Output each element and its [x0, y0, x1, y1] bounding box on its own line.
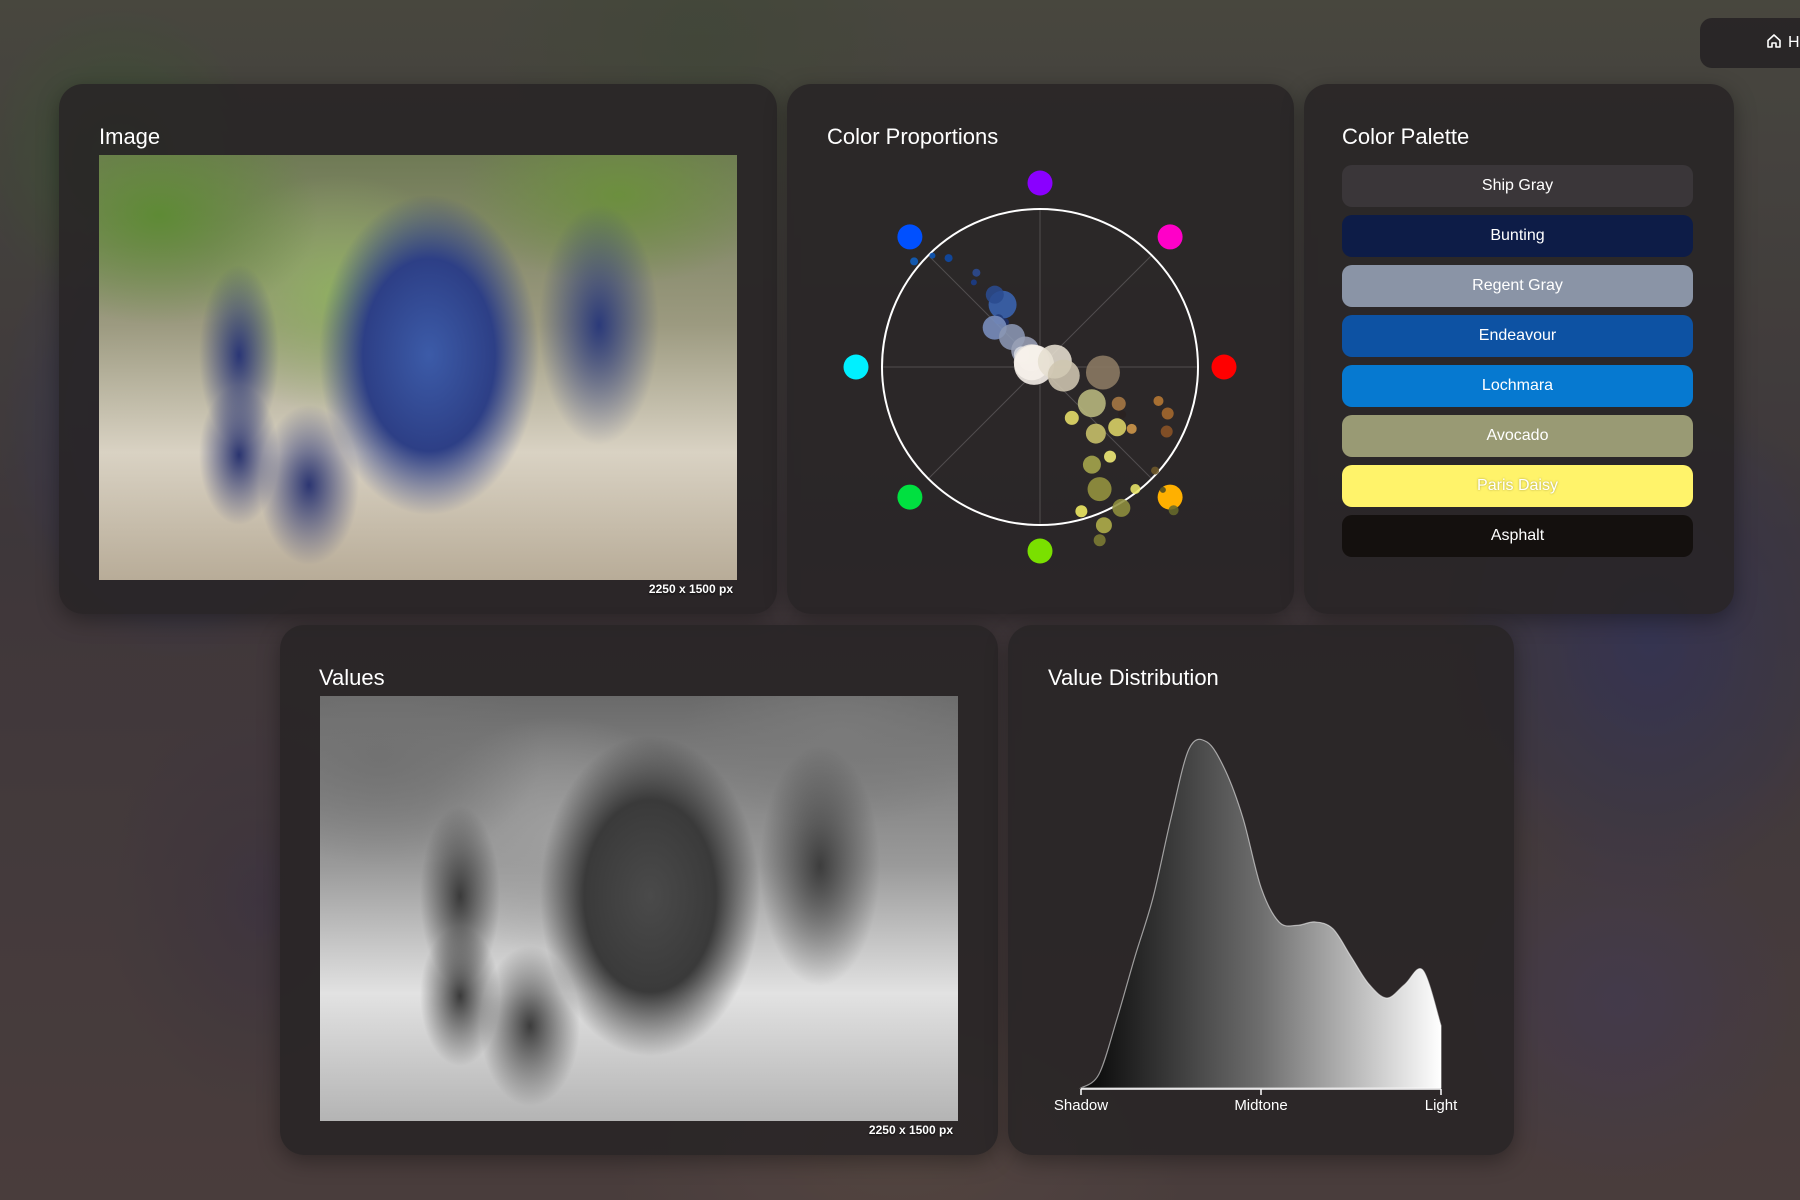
- image-dimensions: 2250 x 1500 px: [648, 582, 733, 596]
- home-button[interactable]: H: [1700, 18, 1800, 68]
- color-dot: [1085, 423, 1106, 444]
- hue-marker-red: [1211, 354, 1237, 380]
- color-dot: [1111, 396, 1126, 411]
- color-dot: [1093, 534, 1106, 547]
- grayscale-image: [320, 696, 958, 1121]
- home-icon: [1766, 33, 1782, 54]
- color-dot: [972, 268, 981, 277]
- hue-marker-violet: [1027, 170, 1053, 196]
- x-tick-label-shadow: Shadow: [1054, 1097, 1108, 1114]
- hue-marker-spring-green: [897, 484, 923, 510]
- palette-swatch-bunting[interactable]: Bunting: [1342, 215, 1693, 257]
- color-wheel: [843, 170, 1237, 564]
- color-dot: [1112, 498, 1131, 517]
- color-proportions-card: Color Proportions: [787, 84, 1294, 614]
- color-dot: [1082, 455, 1101, 474]
- color-dot: [1130, 484, 1141, 495]
- color-dot: [1159, 486, 1166, 493]
- color-dot: [1075, 505, 1088, 518]
- x-tick-label-midtone: Midtone: [1234, 1097, 1287, 1114]
- palette-list: Ship Gray Bunting Regent Gray Endeavour Loch…: [1342, 165, 1693, 565]
- color-dot: [1087, 477, 1112, 502]
- color-dot: [1126, 423, 1137, 434]
- color-dot: [1095, 517, 1112, 534]
- palette-swatch-endeavour[interactable]: Endeavour: [1342, 315, 1693, 357]
- color-dot: [1108, 418, 1127, 437]
- x-tick-label-light: Light: [1425, 1097, 1458, 1114]
- palette-swatch-lochmara[interactable]: Lochmara: [1342, 365, 1693, 407]
- values-card: Values 2250 x 1500 px: [280, 625, 998, 1155]
- palette-swatch-ship-gray[interactable]: Ship Gray: [1342, 165, 1693, 207]
- color-dot: [1168, 505, 1179, 516]
- value-distribution-card: Value Distribution Shadow Midtone Light: [1008, 625, 1514, 1155]
- value-histogram: Shadow Midtone Light: [1054, 738, 1458, 1114]
- color-dot: [985, 285, 1004, 304]
- color-palette-title: Color Palette: [1342, 124, 1470, 149]
- color-palette-card: Color Palette Ship Gray Bunting Regent Gra…: [1304, 84, 1734, 614]
- palette-swatch-regent-gray[interactable]: Regent Gray: [1342, 265, 1693, 307]
- values-dimensions: 2250 x 1500 px: [868, 1123, 953, 1137]
- color-dot: [910, 257, 919, 266]
- color-dot: [970, 279, 977, 286]
- distribution-area: [1079, 738, 1442, 1089]
- color-dot: [1085, 355, 1120, 390]
- image-card-title: Image: [99, 124, 161, 149]
- image-card: Image 2250 x 1500 px: [59, 84, 777, 614]
- values-card-title: Values: [319, 665, 385, 690]
- palette-swatch-asphalt[interactable]: Asphalt: [1342, 515, 1693, 557]
- color-dot: [929, 252, 936, 259]
- home-label: H: [1788, 34, 1800, 51]
- color-dot: [1077, 389, 1106, 418]
- color-dot: [1160, 425, 1173, 438]
- color-dot: [1064, 410, 1079, 425]
- color-dot: [944, 254, 953, 263]
- hue-marker-cyan: [843, 354, 869, 380]
- color-dot: [1118, 410, 1127, 419]
- hue-marker-green: [1027, 538, 1053, 564]
- palette-swatch-paris-daisy[interactable]: Paris Daisy: [1342, 465, 1693, 507]
- source-image: [99, 155, 737, 580]
- hue-marker-blue: [897, 224, 923, 250]
- color-dot: [1161, 407, 1174, 420]
- hue-marker-magenta: [1157, 224, 1183, 250]
- color-dot: [1047, 359, 1080, 392]
- color-dot: [1104, 450, 1117, 463]
- palette-swatch-avocado[interactable]: Avocado: [1342, 415, 1693, 457]
- color-dot: [1151, 466, 1160, 475]
- color-dot: [1153, 395, 1164, 406]
